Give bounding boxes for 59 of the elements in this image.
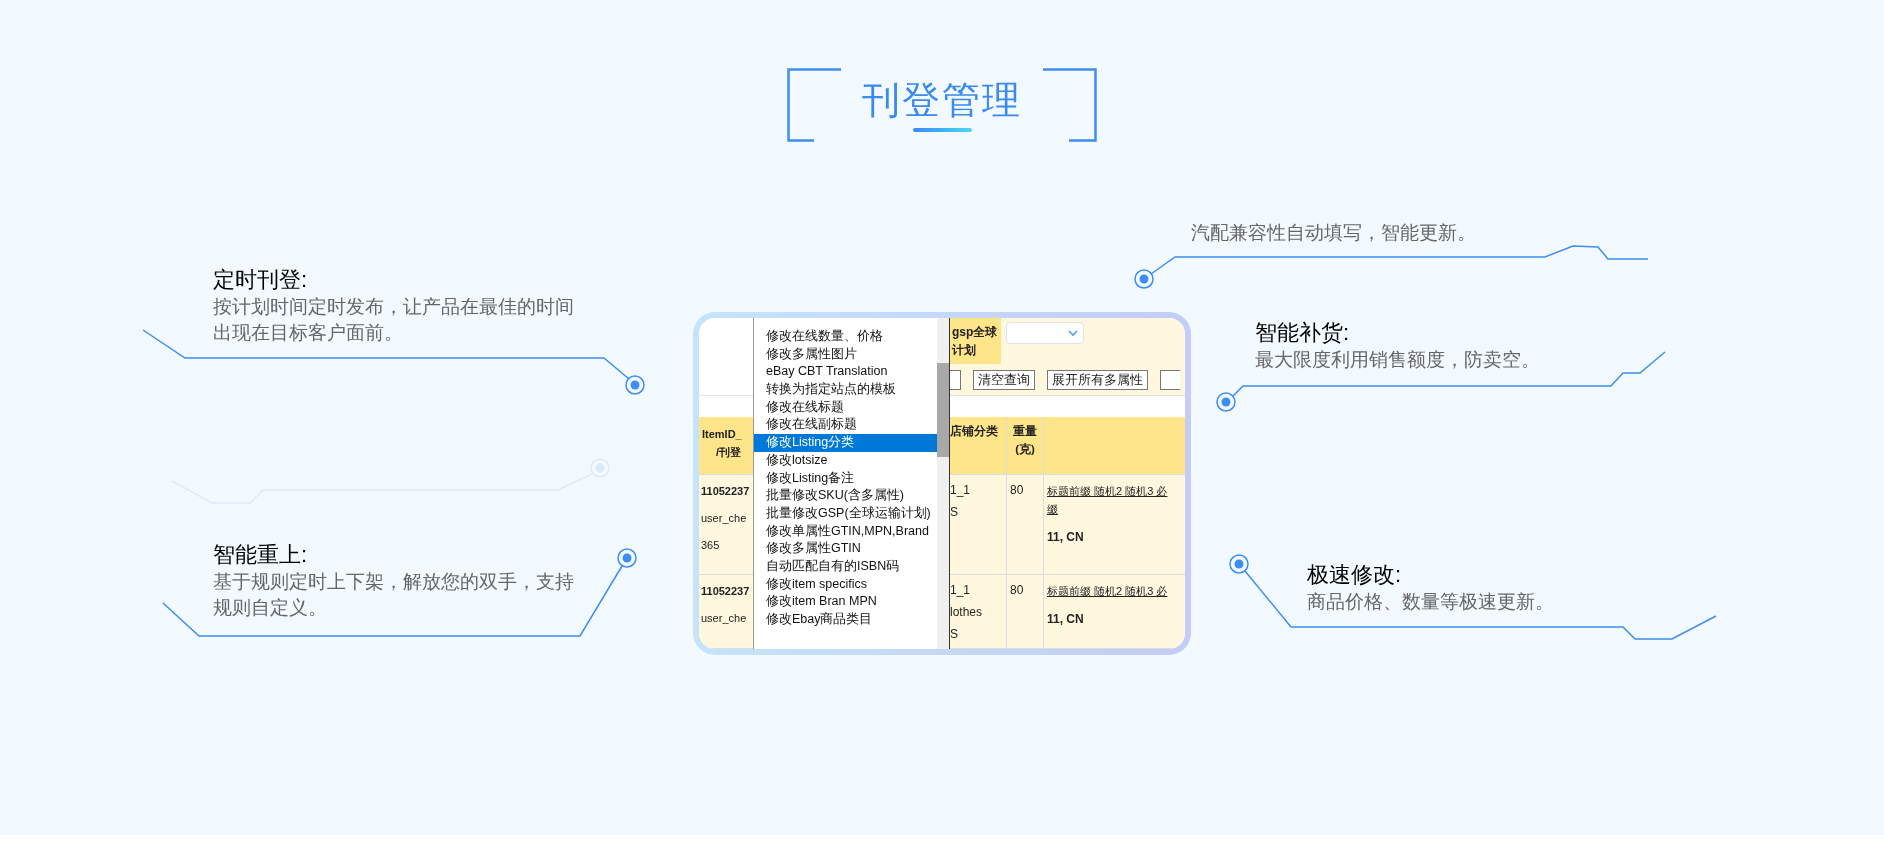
column-header: 重量 (克) (1007, 417, 1044, 474)
table-cell-text: 11052237 (701, 484, 751, 498)
table-cell-text: 1_1 (950, 483, 972, 497)
bracket-icon (1042, 68, 1097, 142)
menu-item[interactable]: 修改单属性GTIN,MPN,Brand (754, 522, 937, 541)
menu-item[interactable]: 自动匹配自有的ISBN码 (754, 557, 937, 576)
feature-description: 按计划时间定时发布，让产品在最佳的时间出现在目标客户面前。 (213, 295, 575, 345)
table-cell-text: 11, CN (1047, 611, 1084, 628)
feature-title: 极速修改: (1307, 561, 1403, 589)
title-link[interactable]: 标题前缀 随机2 随机3 必 (1047, 582, 1168, 600)
column-header: 店铺分类 (950, 417, 1007, 474)
table-cell-text: S (950, 627, 959, 641)
button-edge[interactable] (1160, 369, 1180, 390)
menu-item[interactable]: 修改多属性GTIN (754, 540, 937, 558)
title-link[interactable]: 标题前缀 随机2 随机3 必 (1047, 482, 1168, 500)
table-cell: 80 (1010, 583, 1024, 597)
feature-description: 最大限度利用销售额度，防卖空。 (1255, 348, 1541, 372)
menu-item[interactable]: 修改Ebay商品类目 (754, 611, 937, 629)
select-field[interactable] (1006, 322, 1084, 344)
menu-item[interactable]: 转换为指定站点的模板 (754, 381, 937, 399)
feature-title: 智能补货: (1255, 319, 1351, 347)
feature-title: 智能重上: (213, 541, 309, 569)
table-cell-text: user_che (701, 511, 748, 525)
column-header: /刊登 (715, 445, 743, 460)
table-cell-text: 1_1 (950, 583, 972, 597)
feature-description: 汽配兼容性自动填写，智能更新。 (1191, 221, 1477, 245)
table-cell-text: user_che (701, 611, 748, 625)
feature-title: 定时刊登: (213, 266, 309, 294)
menu-item[interactable]: 批量修改GSP(全球运输计划) (754, 504, 937, 523)
menu-item[interactable]: 修改Listing备注 (754, 469, 937, 488)
table-cell-text: 11052237 (701, 584, 751, 598)
table-cell: 80 (1010, 483, 1024, 497)
section-title: 刊登管理 (862, 78, 1022, 122)
menu-item[interactable]: 修改在线数量、价格 (754, 328, 937, 346)
bracket-icon (787, 68, 842, 142)
table-cell-text: lothes (950, 605, 984, 619)
menu-item[interactable]: 修改在线副标题 (754, 416, 937, 435)
title-link[interactable]: 缀 (1047, 500, 1058, 518)
scrollbar-thumb[interactable] (937, 363, 949, 457)
feature-description: 商品价格、数量等极速更新。 (1307, 590, 1555, 614)
menu-item[interactable]: 修改item Bran MPN (754, 593, 937, 611)
toolbar-button[interactable]: 展开所有多属性 (1047, 369, 1148, 390)
menu-item[interactable]: 修改在线标题 (754, 398, 937, 417)
button-edge[interactable] (950, 369, 961, 390)
menu-item[interactable]: 修改lotsize (754, 451, 937, 470)
menu-item[interactable]: 批量修改SKU(含多属性) (754, 487, 937, 505)
table-cell-text: 11, CN (1047, 529, 1084, 546)
table-cell-text: 365 (701, 538, 721, 552)
column-header: ItemID_ (702, 427, 743, 442)
menu-item[interactable]: 修改多属性图片 (754, 345, 937, 364)
menu-item[interactable]: 修改item specifics (754, 575, 937, 594)
table-cell-text: S (950, 505, 959, 519)
menu-item[interactable]: eBay CBT Translation (754, 363, 937, 382)
feature-description: 基于规则定时上下架，解放您的双手，支持规则自定义。 (213, 570, 575, 620)
title-underline (912, 128, 972, 132)
menu-item[interactable]: 修改Listing分类 (754, 434, 937, 452)
filter-label: gsp全球 计划 (950, 318, 1001, 364)
toolbar-button[interactable]: 清空查询 (973, 369, 1035, 390)
chevron-down-icon (1068, 329, 1078, 337)
